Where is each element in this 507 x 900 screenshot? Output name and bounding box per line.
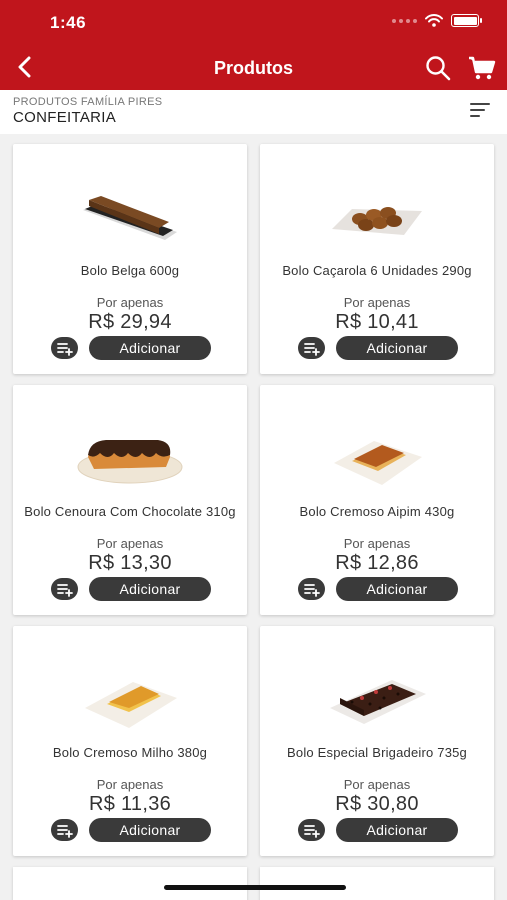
home-indicator[interactable] [164, 885, 346, 890]
add-button[interactable]: Adicionar [89, 577, 211, 601]
product-name: Bolo Cremoso Aipim 430g [299, 504, 455, 519]
playlist-add-icon [57, 584, 73, 597]
top-app-bar: 1:46 Produtos [0, 0, 507, 90]
product-image [13, 654, 247, 744]
product-name: Bolo Cenoura Com Chocolate 310g [24, 504, 236, 519]
add-to-list-button[interactable] [298, 578, 325, 600]
product-card[interactable]: Bolo Cremoso Milho 380g Por apenas R$ 11… [13, 626, 247, 856]
playlist-add-icon [304, 343, 320, 356]
carrot-cake-chocolate-image [77, 440, 183, 484]
price-label: Por apenas [96, 295, 164, 310]
price-label: Por apenas [96, 777, 164, 792]
brigadeiro-cake-image [330, 680, 426, 724]
product-name: Bolo Belga 600g [80, 263, 180, 278]
product-card[interactable]: Bolo Cremoso Aipim 430g Por apenas R$ 12… [260, 385, 494, 615]
product-name: Bolo Caçarola 6 Unidades 290g [282, 263, 472, 278]
chocolate-loaf-cake-image [83, 196, 177, 240]
signal-icon [392, 18, 417, 23]
playlist-add-icon [57, 343, 73, 356]
mini-cupcakes-image [332, 207, 422, 235]
price-label: Por apenas [343, 536, 411, 551]
add-to-list-button[interactable] [298, 337, 325, 359]
product-image [260, 172, 494, 262]
product-image [260, 413, 494, 503]
playlist-add-icon [304, 825, 320, 838]
add-button[interactable]: Adicionar [336, 818, 458, 842]
price-label: Por apenas [343, 777, 411, 792]
price-label: Por apenas [343, 295, 411, 310]
add-to-list-button[interactable] [51, 819, 78, 841]
add-to-list-button[interactable] [51, 337, 78, 359]
product-image [260, 654, 494, 744]
add-button[interactable]: Adicionar [336, 336, 458, 360]
price-label: Por apenas [96, 536, 164, 551]
search-button[interactable] [425, 55, 451, 86]
product-card[interactable]: Bolo Cenoura Com Chocolate 310g Por apen… [13, 385, 247, 615]
cart-button[interactable] [468, 55, 496, 86]
corn-cake-image [85, 682, 177, 728]
search-icon [426, 56, 451, 81]
product-image [13, 172, 247, 262]
product-name: Bolo Especial Brigadeiro 735g [287, 745, 467, 760]
status-icons [392, 14, 482, 27]
product-card[interactable] [13, 867, 247, 900]
cart-icon [469, 56, 496, 80]
add-button[interactable]: Adicionar [89, 336, 211, 360]
cassava-cake-image [334, 441, 422, 485]
product-price: R$ 10,41 [335, 311, 419, 333]
product-card[interactable]: Bolo Caçarola 6 Unidades 290g Por apenas… [260, 144, 494, 374]
battery-icon [451, 14, 482, 27]
add-to-list-button[interactable] [298, 819, 325, 841]
product-price: R$ 29,94 [88, 311, 172, 333]
add-button[interactable]: Adicionar [336, 577, 458, 601]
add-button[interactable]: Adicionar [89, 818, 211, 842]
product-image [13, 413, 247, 503]
product-card[interactable] [260, 867, 494, 900]
playlist-add-icon [304, 584, 320, 597]
product-name: Bolo Cremoso Milho 380g [52, 745, 208, 760]
category-name: CONFEITARIA [13, 109, 117, 126]
product-card[interactable]: Bolo Especial Brigadeiro 735g Por apenas… [260, 626, 494, 856]
sort-button[interactable] [470, 103, 492, 119]
add-to-list-button[interactable] [51, 578, 78, 600]
product-price: R$ 13,30 [88, 552, 172, 574]
product-price: R$ 11,36 [88, 793, 172, 815]
status-time: 1:46 [50, 13, 87, 32]
product-price: R$ 12,86 [335, 552, 419, 574]
store-name: PRODUTOS FAMÍLIA PIRES [13, 96, 163, 108]
product-card[interactable]: Bolo Belga 600g Por apenas R$ 29,94 Adic… [13, 144, 247, 374]
playlist-add-icon [57, 825, 73, 838]
product-price: R$ 30,80 [335, 793, 419, 815]
wifi-icon [425, 14, 443, 27]
